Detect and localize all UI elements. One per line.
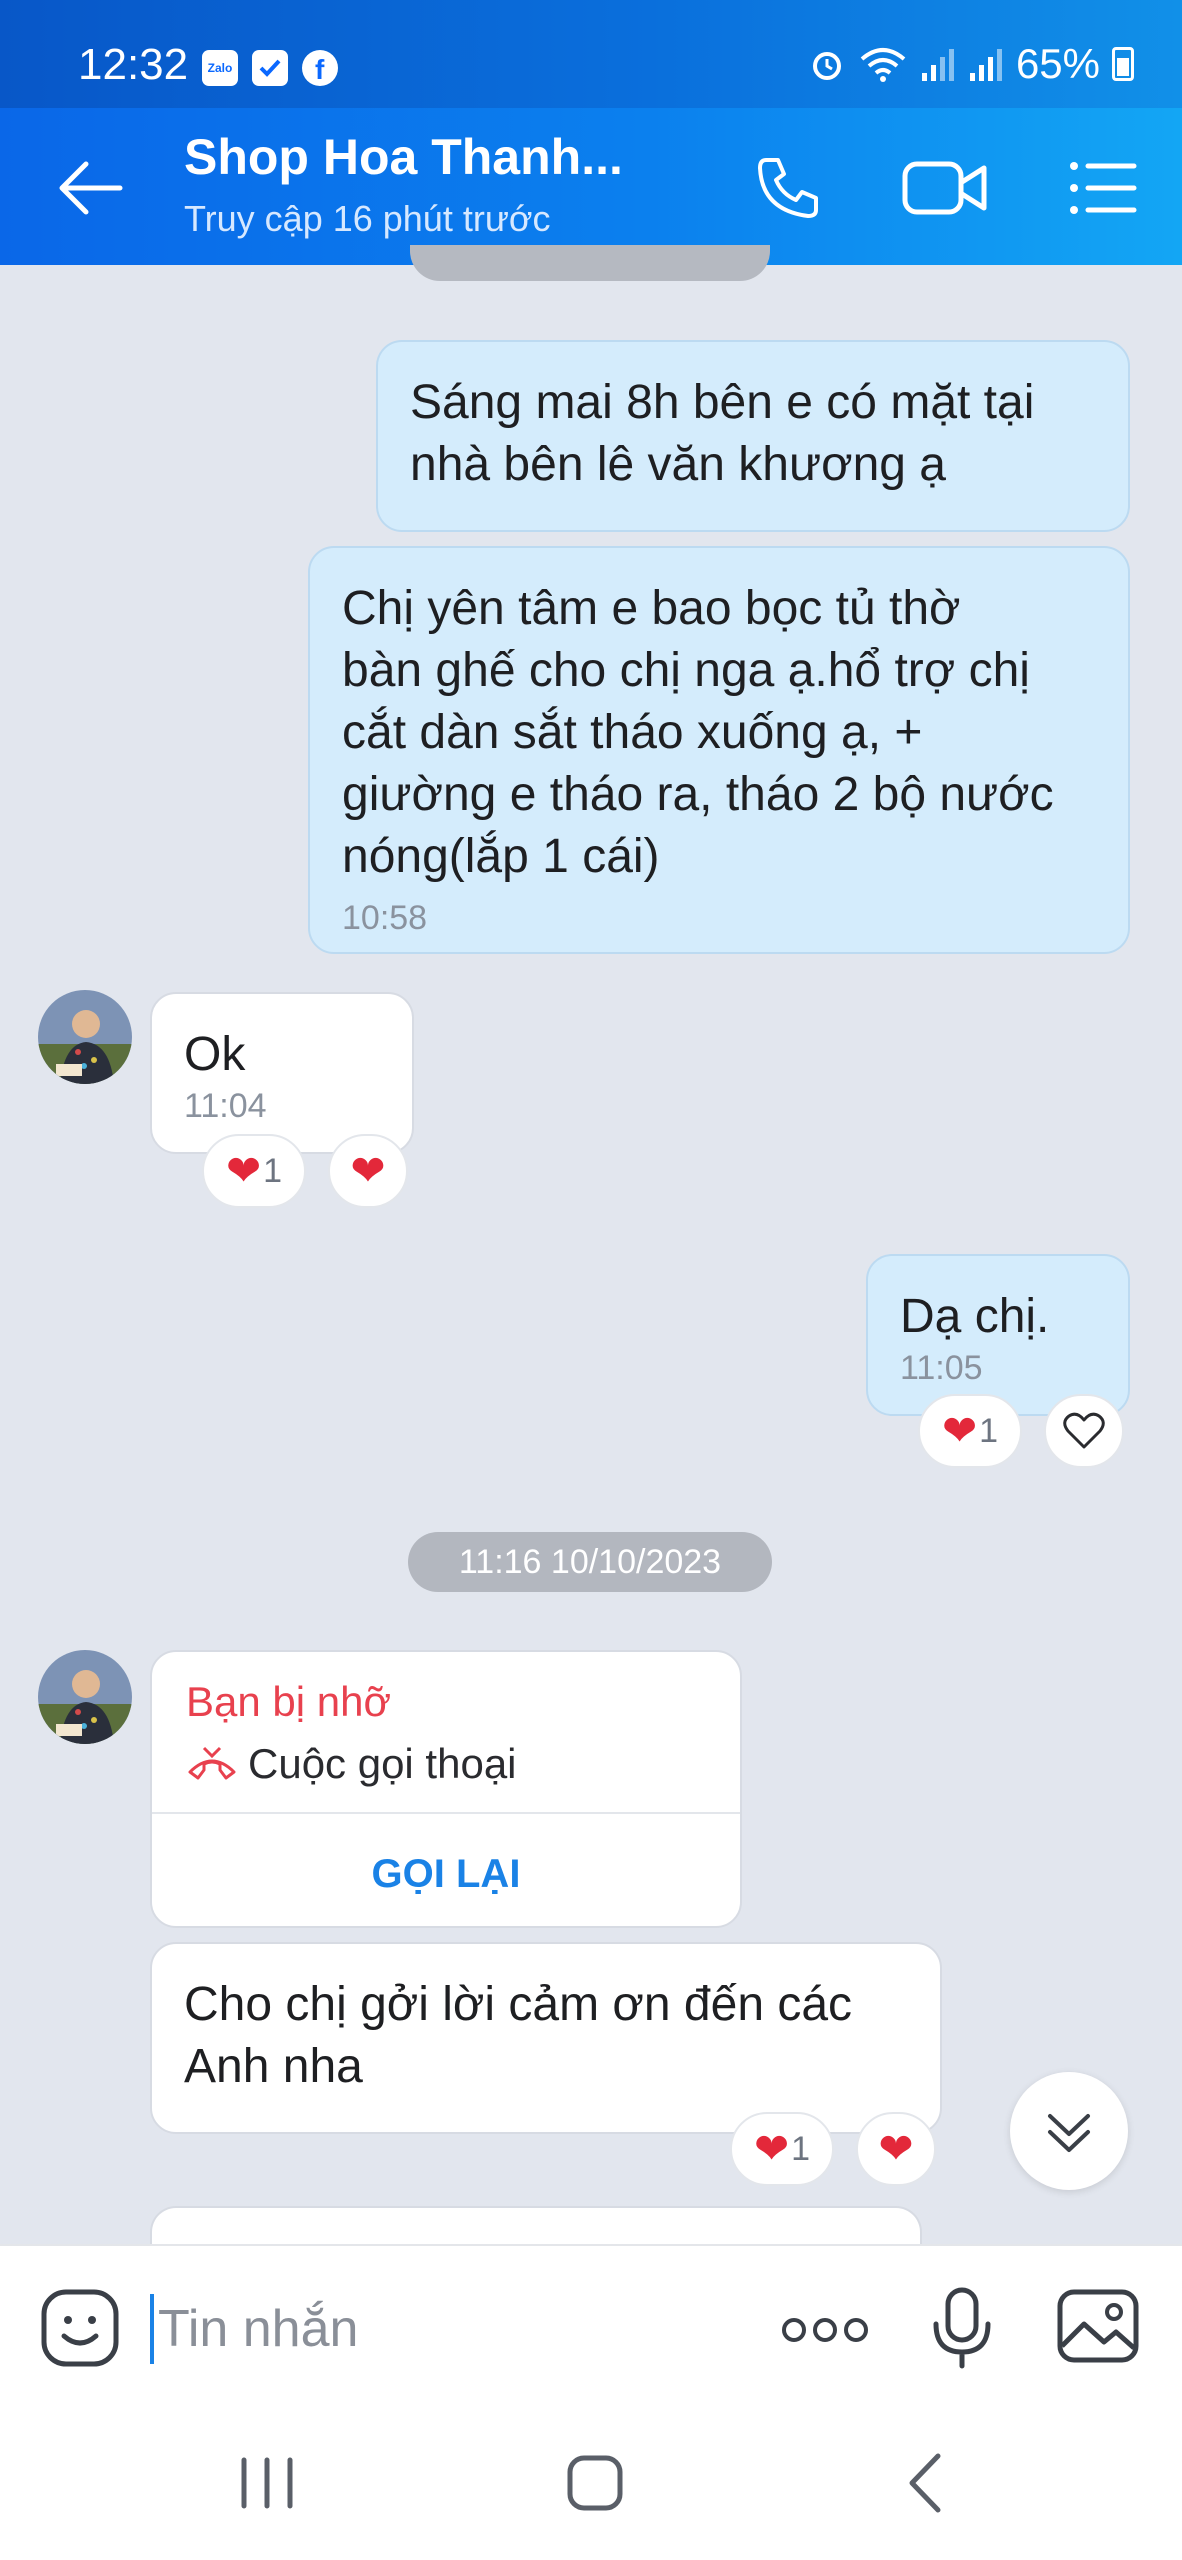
avatar[interactable] <box>38 990 132 1084</box>
chat-options-button[interactable] <box>1068 160 1138 216</box>
reaction-summary[interactable]: ❤ 1 <box>918 1394 1022 1468</box>
recent-apps-button[interactable] <box>232 2448 302 2518</box>
message-composer <box>0 2244 1182 2404</box>
message-time: 11:04 <box>184 1087 267 1125</box>
svg-text:f: f <box>315 54 325 85</box>
message-line: nóng(lắp 1 cái) <box>342 830 660 883</box>
message-bubble-incoming[interactable]: Cho chị gởi lời cảm ơn đến các Anh nha <box>150 1942 942 2134</box>
phone-icon <box>758 158 818 218</box>
avatar-photo-icon <box>38 1650 132 1744</box>
heart-icon: ❤ <box>350 1147 386 1194</box>
missed-call-icon <box>188 1746 236 1780</box>
more-options-button[interactable] <box>780 2310 870 2350</box>
home-button[interactable] <box>560 2448 630 2518</box>
image-icon <box>1057 2289 1139 2363</box>
system-navigation-bar <box>0 2404 1182 2560</box>
missed-call-card: Bạn bị nhỡ Cuộc gọi thoại GỌI LẠI <box>150 1650 742 1928</box>
avatar[interactable] <box>38 1650 132 1744</box>
back-arrow-icon <box>59 161 123 215</box>
reaction-count: 1 <box>979 1411 999 1450</box>
react-heart-button[interactable]: ❤ <box>856 2112 936 2186</box>
message-text: Ok <box>184 1028 246 1081</box>
message-bubble-incoming[interactable]: Ok 11:04 <box>150 992 414 1154</box>
message-time: 11:05 <box>900 1349 983 1387</box>
wifi-icon <box>860 48 906 82</box>
heart-icon: ❤ <box>878 2125 914 2172</box>
microphone-icon <box>933 2287 991 2369</box>
battery-icon <box>1112 47 1134 81</box>
battery-percent: 65% <box>1015 40 1100 87</box>
send-photo-button[interactable] <box>1056 2288 1140 2364</box>
call-back-button[interactable]: GỌI LẠI <box>152 1820 740 1928</box>
missed-call-title: Bạn bị nhỡ <box>186 1678 392 1725</box>
signal-icon-1 <box>921 49 954 81</box>
back-chevron-icon <box>909 2453 941 2513</box>
message-line: Sáng mai 8h bên e có mặt tại <box>410 376 1035 429</box>
system-back-button[interactable] <box>892 2448 962 2518</box>
video-camera-icon <box>902 161 987 215</box>
voice-call-button[interactable] <box>752 152 824 224</box>
zalo-notification-icon: Zalo <box>202 50 238 86</box>
double-chevron-down-icon <box>1048 2114 1090 2152</box>
react-heart-button[interactable]: ❤ <box>328 1134 408 1208</box>
alarm-icon <box>812 52 841 80</box>
status-bar: 12:32 Zalo f 65% <box>0 0 1182 108</box>
video-call-button[interactable] <box>902 158 988 218</box>
chat-title[interactable]: Shop Hoa Thanh... <box>184 128 623 186</box>
message-line: giường e tháo ra, tháo 2 bộ nước <box>342 768 1054 821</box>
sticker-button[interactable] <box>40 2288 120 2368</box>
checkbox-notification-icon <box>252 50 288 86</box>
message-line: nhà bên lê văn khương ạ <box>410 438 946 491</box>
reaction-summary[interactable]: ❤ 1 <box>730 2112 834 2186</box>
message-line: Anh nha <box>184 2040 363 2093</box>
message-text: Dạ chị. <box>900 1290 1050 1343</box>
reaction-summary[interactable]: ❤ 1 <box>202 1134 306 1208</box>
missed-call-row: Cuộc gọi thoại <box>186 1740 517 1788</box>
scroll-to-bottom-button[interactable] <box>1010 2072 1128 2190</box>
avatar-photo-icon <box>38 990 132 1084</box>
react-heart-button[interactable] <box>1044 1394 1124 1468</box>
reaction-count: 1 <box>263 1151 283 1190</box>
message-bubble-outgoing[interactable]: Sáng mai 8h bên e có mặt tại nhà bên lê … <box>376 340 1130 532</box>
reaction-count: 1 <box>791 2129 811 2168</box>
last-seen: Truy cập 16 phút trước <box>184 198 551 239</box>
message-input[interactable] <box>150 2294 750 2364</box>
home-icon <box>567 2455 623 2511</box>
voice-message-button[interactable] <box>930 2286 994 2370</box>
facebook-notification-icon: f <box>302 50 338 86</box>
message-line: Chị yên tâm e bao bọc tủ thờ <box>342 582 961 635</box>
chat-header: 12:32 Zalo f 65% Shop Hoa Thanh... Truy … <box>0 0 1182 265</box>
previous-date-pill <box>410 245 770 281</box>
signal-icon-2 <box>969 49 1002 81</box>
status-right-icons: 65% <box>808 40 1134 88</box>
message-line: Cho chị gởi lời cảm ơn đến các <box>184 1978 853 2031</box>
message-line: bàn ghế cho chị nga ạ.hổ trợ chị <box>342 644 1030 697</box>
emoji-icon <box>41 2289 119 2367</box>
recent-apps-icon <box>241 2457 293 2509</box>
heart-outline-icon <box>1063 1412 1105 1449</box>
heart-icon: ❤ <box>225 1147 262 1194</box>
divider <box>152 1812 740 1814</box>
message-bubble-outgoing[interactable]: Chị yên tâm e bao bọc tủ thờ bàn ghế cho… <box>308 546 1130 954</box>
message-time: 10:58 <box>342 899 428 937</box>
status-time: 12:32 <box>78 40 189 89</box>
date-separator: 11:16 10/10/2023 <box>408 1532 772 1592</box>
list-menu-icon <box>1070 162 1137 214</box>
heart-icon: ❤ <box>941 1407 978 1454</box>
back-button[interactable] <box>56 158 126 218</box>
more-dots-icon <box>782 2318 868 2342</box>
missed-call-label: Cuộc gọi thoại <box>248 1740 517 1787</box>
message-bubble-outgoing[interactable]: Dạ chị. 11:05 <box>866 1254 1130 1416</box>
message-line: cắt dàn sắt tháo xuống ạ, + <box>342 706 923 759</box>
heart-icon: ❤ <box>753 2125 790 2172</box>
